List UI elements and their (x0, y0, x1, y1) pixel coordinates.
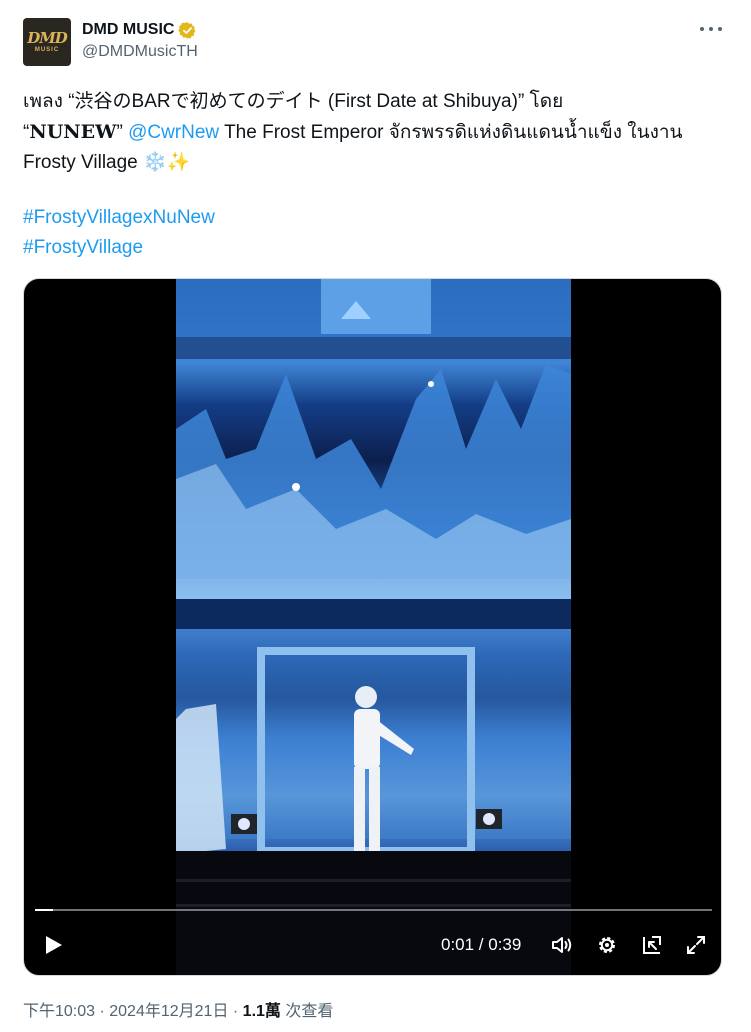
performer-leg (369, 767, 380, 851)
video-player[interactable]: 0:01 / 0:39 (23, 278, 722, 976)
volume-icon[interactable] (550, 933, 574, 957)
stage-light-lens (483, 813, 495, 825)
play-icon[interactable] (41, 933, 65, 957)
video-time: 0:01 / 0:39 (441, 935, 522, 954)
hashtag-link[interactable]: #FrostyVillagexNuNew (23, 203, 215, 233)
sparkle (292, 483, 300, 491)
dot (700, 27, 704, 31)
tweet-line-2: “NUNEW” @CwrNew The Frost Emperor จักรพร… (23, 117, 723, 148)
more-options-icon[interactable] (700, 22, 722, 36)
settings-icon[interactable] (595, 933, 619, 957)
tweet-line-3: Frosty Village ❄️✨ (23, 152, 191, 173)
stage-band (176, 599, 571, 629)
performer-leg (354, 767, 365, 851)
tweet-text: เพลง “渋谷のBARで初めてのデイト (First Date at Shib… (23, 87, 723, 178)
tweet: DMD MUSIC DMD MUSIC @DMDMusicTH เพลง “渋谷… (0, 0, 751, 1032)
handle[interactable]: @DMDMusicTH (82, 43, 198, 61)
progress-fill (35, 909, 53, 911)
views-count: 1.1萬 (242, 1003, 281, 1020)
dot (709, 27, 713, 31)
tweet-line-2-rest: The Frost Emperor จักรพรรดิแห่งดินแดนน้ำ… (219, 122, 683, 143)
views-label: 次查看 (280, 1003, 334, 1020)
mention-link[interactable]: @CwrNew (128, 122, 219, 143)
stage-step (176, 879, 571, 882)
name-row: DMD MUSIC (82, 20, 198, 40)
author-info: DMD MUSIC @DMDMusicTH (82, 20, 198, 61)
close-quote: ” (116, 122, 129, 143)
video-scene (176, 279, 571, 975)
tweet-line-1: เพลง “渋谷のBARで初めてのデイト (First Date at Shib… (23, 91, 564, 112)
avatar[interactable]: DMD MUSIC (23, 18, 71, 66)
pip-icon[interactable] (640, 933, 664, 957)
fullscreen-icon[interactable] (684, 933, 708, 957)
display-name[interactable]: DMD MUSIC (82, 21, 174, 39)
progress-bar[interactable] (35, 909, 712, 911)
artist-name: NUNEW (29, 121, 117, 143)
hashtags: #FrostyVillagexNuNew #FrostyVillage (23, 203, 215, 263)
tweet-meta: 下午10:03 · 2024年12月21日 · 1.1萬 次查看 (23, 997, 333, 1021)
castle-ledge (176, 337, 571, 359)
stage-light-lens (238, 818, 250, 830)
avatar-logo-text: DMD (27, 28, 68, 47)
hashtag-link[interactable]: #FrostyVillage (23, 233, 215, 263)
video-controls: 0:01 / 0:39 (24, 895, 721, 975)
video-frame[interactable] (176, 279, 571, 975)
avatar-logo-subtext: MUSIC (34, 46, 60, 53)
performer-head (355, 686, 377, 708)
castle-tower (321, 279, 431, 334)
timestamp[interactable]: 下午10:03 · 2024年12月21日 · (23, 1003, 243, 1020)
sparkle (428, 381, 434, 387)
dot (718, 27, 722, 31)
performer-body (354, 709, 380, 769)
verified-badge-icon (178, 21, 196, 39)
